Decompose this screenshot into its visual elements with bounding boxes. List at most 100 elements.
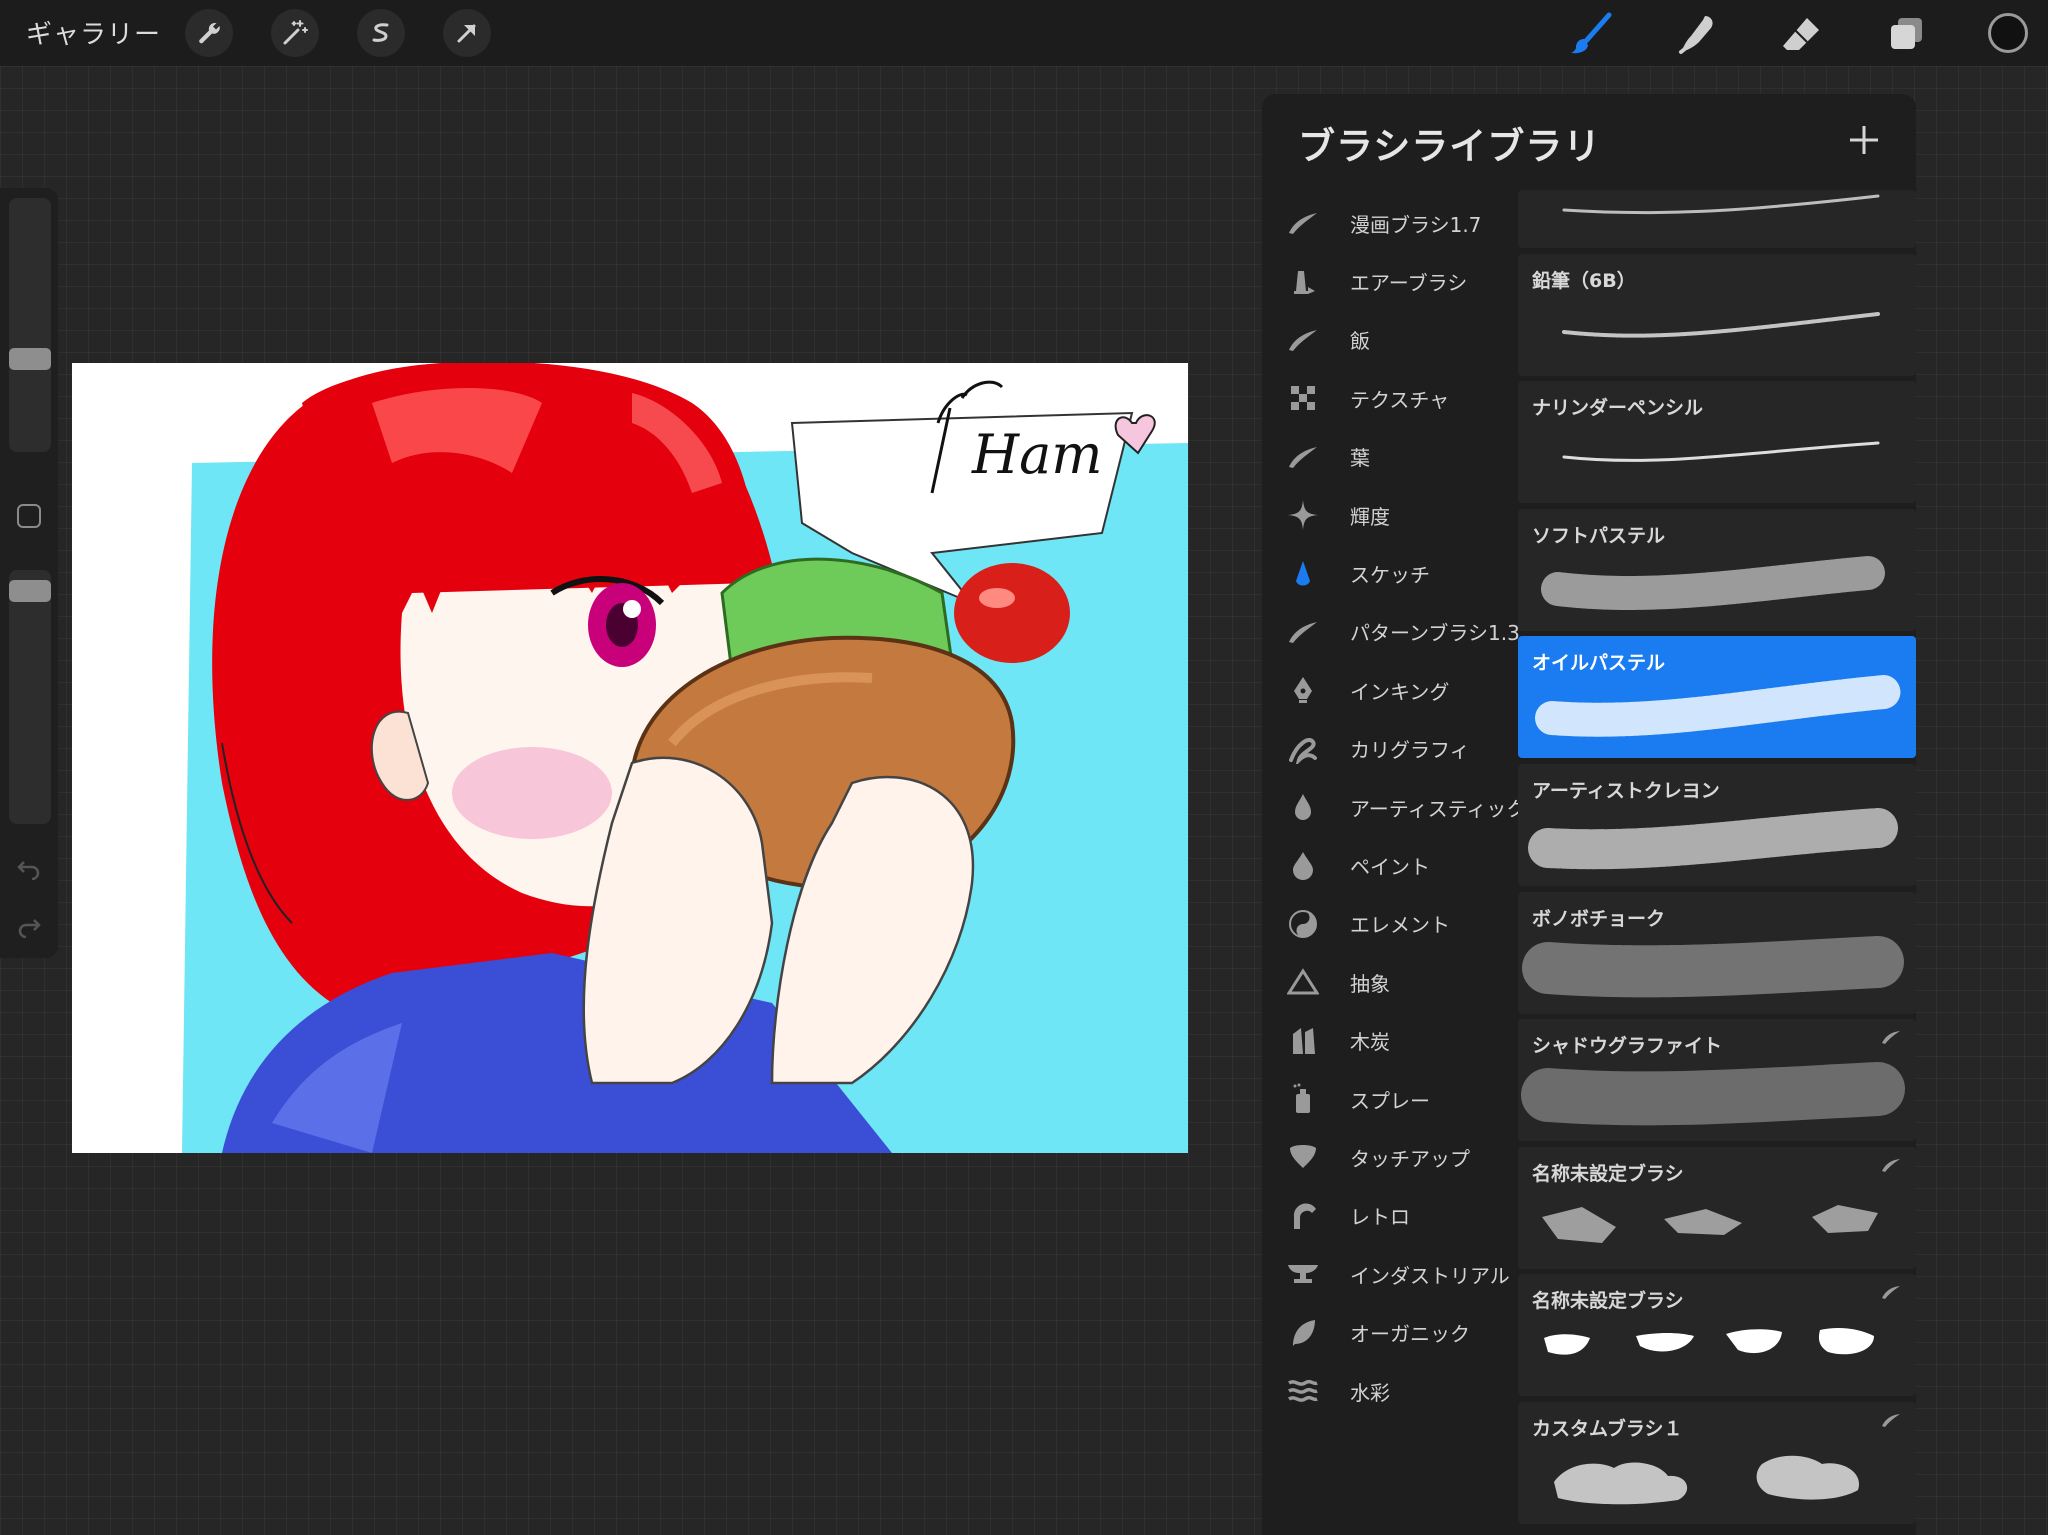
brush-set-label: レトロ: [1350, 1205, 1410, 1230]
brush-card[interactable]: [1518, 190, 1916, 248]
brush-set-label: ペイント: [1350, 854, 1430, 879]
opacity-slider[interactable]: [9, 570, 51, 824]
brush-set-item-selected[interactable]: スケッチ: [1262, 544, 1510, 602]
brush-stroke-preview: [1544, 1328, 1874, 1355]
brush-set-label: インキング: [1350, 679, 1450, 704]
brush-set-label: 輝度: [1350, 504, 1390, 529]
drop-icon: [1286, 790, 1320, 824]
brush-card-selected[interactable]: オイルパステル: [1518, 636, 1916, 759]
wrench-icon: [199, 22, 220, 44]
brush-stroke-preview: [1522, 935, 1904, 997]
brush-size-slider-handle[interactable]: [9, 348, 51, 370]
brush-stroke-preview: [1528, 807, 1898, 870]
opacity-slider-handle[interactable]: [9, 580, 51, 602]
brush-set-item[interactable]: 葉: [1262, 428, 1510, 486]
modify-button[interactable]: [17, 504, 41, 528]
undo-button[interactable]: [14, 854, 44, 884]
brush-stroke-preview: [1521, 1062, 1905, 1126]
brush-set-label: スケッチ: [1350, 563, 1430, 588]
brush-set-item[interactable]: タッチアップ: [1262, 1128, 1510, 1186]
brush-set-label: 木炭: [1350, 1030, 1390, 1055]
leaf-icon: [1286, 1316, 1320, 1350]
brush-set-item[interactable]: カリグラフィ: [1262, 720, 1510, 778]
transform-arrow-icon: [457, 24, 476, 43]
brush-card[interactable]: ボノボチョーク: [1518, 891, 1916, 1014]
brush-set-item[interactable]: ペイント: [1262, 836, 1510, 894]
brush-icon: [1571, 12, 1612, 54]
charcoal-icon: [1286, 1024, 1320, 1058]
brush-set-item[interactable]: 輝度: [1262, 486, 1510, 544]
brush-set-item[interactable]: エアーブラシ: [1262, 252, 1510, 310]
brush-stroke-preview: [1542, 1204, 1878, 1243]
brush-set-item[interactable]: オーガニック: [1262, 1303, 1510, 1361]
selection-icon: [372, 23, 389, 42]
brush-size-slider[interactable]: [9, 198, 51, 452]
brush-set-item[interactable]: 漫画ブラシ1.7: [1262, 194, 1510, 252]
brush-card[interactable]: 名称未設定ブラシ: [1518, 1146, 1916, 1269]
brush-set-item[interactable]: 木炭: [1262, 1011, 1510, 1069]
redo-button[interactable]: [14, 912, 44, 942]
brush-set-item[interactable]: インダストリアル: [1262, 1245, 1510, 1303]
brush-set-item[interactable]: スプレー: [1262, 1070, 1510, 1128]
smudge-icon: [1679, 16, 1713, 54]
drawing-canvas[interactable]: Ham: [72, 363, 1188, 1153]
touchup-icon: [1286, 1140, 1320, 1174]
brush-set-label: 抽象: [1350, 971, 1390, 996]
waves-icon: [1286, 1374, 1320, 1408]
paint-drop-icon: [1286, 848, 1320, 882]
brush-set-item[interactable]: 水彩: [1262, 1362, 1510, 1420]
color-picker-button[interactable]: [1988, 13, 2028, 53]
brush-stroke-preview: [1554, 1455, 1860, 1505]
brush-card[interactable]: ソフトパステル: [1518, 508, 1916, 631]
brush-set-item[interactable]: エレメント: [1262, 895, 1510, 953]
transform-button[interactable]: [443, 9, 491, 57]
brush-set-label: テクスチャ: [1350, 387, 1450, 412]
brush-library-panel: ブラシライブラリ 漫画ブラシ1.7 エアーブラシ 飯 テクスチャ 葉 輝度 スケ…: [1262, 94, 1916, 1535]
brush-stroke-preview: [1562, 194, 1880, 215]
brush-card[interactable]: ナリンダーペンシル: [1518, 381, 1916, 504]
redo-icon: [18, 919, 41, 938]
brush-set-item[interactable]: インキング: [1262, 661, 1510, 719]
brush-set-label: 葉: [1350, 446, 1370, 471]
selection-button[interactable]: [357, 9, 405, 57]
checker-icon: [1286, 381, 1320, 415]
brush-set-item[interactable]: アーティスティック: [1262, 778, 1526, 836]
brush-set-item[interactable]: 抽象: [1262, 953, 1510, 1011]
brush-card[interactable]: アーティストクレヨン: [1518, 763, 1916, 886]
smudge-tool-button[interactable]: [1673, 10, 1721, 58]
retro-icon: [1286, 1199, 1320, 1233]
brush-card[interactable]: 名称未設定ブラシ: [1518, 1274, 1916, 1397]
brush-card[interactable]: シャドウグラファイト: [1518, 1019, 1916, 1142]
stroke-icon: [1286, 615, 1320, 649]
brush-set-label: アーティスティック: [1350, 796, 1527, 821]
eraser-tool-button[interactable]: [1777, 10, 1825, 58]
new-brush-button[interactable]: [1842, 118, 1886, 162]
stroke-icon: [1286, 323, 1320, 357]
stroke-icon: [1286, 440, 1320, 474]
brush-set-item[interactable]: レトロ: [1262, 1187, 1510, 1245]
brush-card[interactable]: カスタムブラシ１: [1518, 1401, 1916, 1524]
brush-set-item[interactable]: パターンブラシ1.3: [1262, 603, 1520, 661]
brush-tool-button[interactable]: [1567, 10, 1615, 58]
top-toolbar: ギャラリー: [0, 0, 2048, 66]
layers-icon: [1891, 18, 1922, 49]
left-sidebar: [0, 188, 58, 958]
airbrush-icon: [1286, 265, 1320, 299]
actions-button[interactable]: [185, 9, 233, 57]
brush-set-item[interactable]: 飯: [1262, 311, 1510, 369]
adjustments-button[interactable]: [271, 9, 319, 57]
plus-icon: [1850, 126, 1878, 154]
brush-card[interactable]: 鉛筆（6B）: [1518, 253, 1916, 376]
panel-title: ブラシライブラリ: [1298, 125, 1602, 168]
brush-set-label: エアーブラシ: [1350, 271, 1468, 296]
brush-set-label: オーガニック: [1350, 1322, 1470, 1347]
brush-set-label: インダストリアル: [1350, 1263, 1510, 1288]
brush-set-label: 漫画ブラシ1.7: [1350, 212, 1482, 237]
brush-set-label: タッチアップ: [1350, 1146, 1470, 1171]
gallery-button[interactable]: ギャラリー: [26, 14, 161, 51]
layers-button[interactable]: [1882, 10, 1930, 58]
pencil-tip-icon: [1286, 557, 1320, 591]
brush-set-item[interactable]: テクスチャ: [1262, 369, 1510, 427]
brush-set-label: 水彩: [1350, 1380, 1390, 1405]
brush-stroke-preview: [1562, 311, 1880, 338]
